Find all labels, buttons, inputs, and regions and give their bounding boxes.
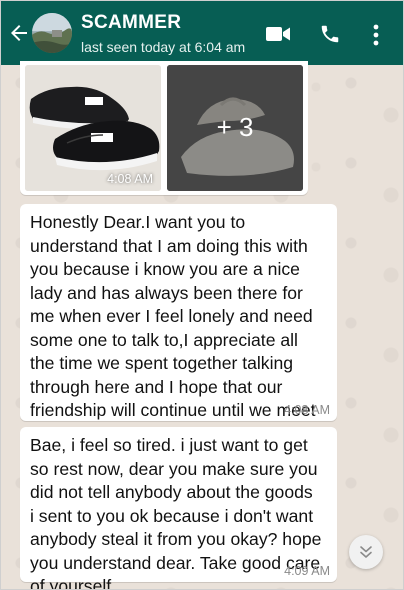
message-timestamp: 4:08 AM: [284, 403, 330, 417]
message-bubble[interactable]: Bae, i feel so tired. i just want to get…: [20, 427, 337, 589]
contact-name[interactable]: SCAMMER: [81, 12, 181, 34]
message-timestamp: 4:09 AM: [284, 564, 330, 578]
chat-header: SCAMMER last seen today at 6:04 am: [1, 1, 403, 65]
more-vert-icon[interactable]: [367, 23, 385, 47]
phone-icon[interactable]: [319, 23, 341, 45]
chat-screen: SCAMMER last seen today at 6:04 am 4:08 …: [0, 0, 404, 590]
shoe-photo-more[interactable]: + 3: [167, 65, 303, 191]
back-arrow-icon[interactable]: [7, 21, 31, 45]
avatar[interactable]: [32, 13, 72, 53]
shoe-photo[interactable]: 4:08 AM: [25, 65, 161, 191]
video-call-icon[interactable]: [265, 23, 291, 45]
image-message[interactable]: 4:08 AM + 3: [20, 61, 308, 195]
message-bubble[interactable]: Honestly Dear.I want you to understand t…: [20, 204, 337, 444]
last-seen-status: last seen today at 6:04 am: [81, 39, 246, 55]
scroll-to-bottom-button[interactable]: [349, 535, 383, 569]
photo-timestamp: 4:08 AM: [107, 172, 153, 186]
double-chevron-down-icon: [360, 546, 372, 558]
avatar-landscape-icon: [32, 13, 72, 53]
more-photos-count: + 3: [216, 112, 254, 142]
